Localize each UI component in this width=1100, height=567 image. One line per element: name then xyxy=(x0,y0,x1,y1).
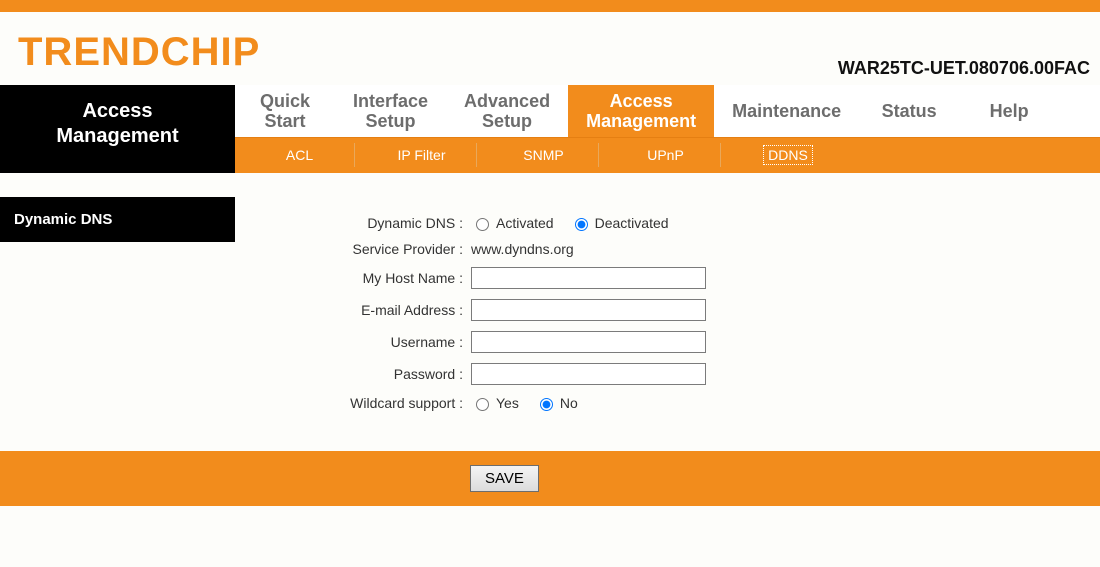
subtab-label: UPnP xyxy=(647,147,684,163)
subtab-label: DDNS xyxy=(763,145,813,165)
radio-deactivated-label: Deactivated xyxy=(595,215,669,231)
radio-deactivated[interactable] xyxy=(575,218,588,231)
radio-activated-wrap[interactable]: Activated xyxy=(471,215,554,231)
main-nav: Access Management Quick Start Interface … xyxy=(0,85,1100,173)
tab-label: Advanced xyxy=(464,92,550,112)
row-host-name: My Host Name : xyxy=(241,267,1094,289)
tab-label: Help xyxy=(977,102,1041,122)
nav-section-title-l2: Management xyxy=(10,124,225,149)
subtab-upnp[interactable]: UPnP xyxy=(611,143,721,167)
label-password: Password : xyxy=(241,366,471,382)
label-host-name: My Host Name : xyxy=(241,270,471,286)
nav-columns: Quick Start Interface Setup Advanced Set… xyxy=(235,85,1100,173)
label-dynamic-dns: Dynamic DNS : xyxy=(241,215,471,231)
radio-wildcard-yes-wrap[interactable]: Yes xyxy=(471,395,519,411)
tab-advanced-setup[interactable]: Advanced Setup xyxy=(446,85,568,137)
row-username: Username : xyxy=(241,331,1094,353)
save-bar: SAVE xyxy=(0,451,1100,506)
value-service-provider: www.dyndns.org xyxy=(471,241,574,257)
subtab-ip-filter[interactable]: IP Filter xyxy=(367,143,477,167)
radio-activated-label: Activated xyxy=(496,215,554,231)
radio-wildcard-no-wrap[interactable]: No xyxy=(535,395,578,411)
subtab-label: IP Filter xyxy=(398,147,446,163)
field-dynamic-dns: Activated Deactivated xyxy=(471,215,679,231)
side-column: Dynamic DNS xyxy=(0,197,235,242)
subtabs-row: ACL IP Filter SNMP UPnP DDNS xyxy=(235,137,1100,171)
tab-label: Interface xyxy=(353,92,428,112)
subtab-snmp[interactable]: SNMP xyxy=(489,143,599,167)
label-service-provider: Service Provider : xyxy=(241,241,471,257)
nav-section-title-l1: Access xyxy=(10,99,225,124)
row-dynamic-dns: Dynamic DNS : Activated Deactivated xyxy=(241,215,1094,231)
row-service-provider: Service Provider : www.dyndns.org xyxy=(241,241,1094,257)
tab-interface-setup[interactable]: Interface Setup xyxy=(335,85,446,137)
radio-wildcard-yes[interactable] xyxy=(476,398,489,411)
form-area: Dynamic DNS : Activated Deactivated Serv… xyxy=(235,197,1100,421)
radio-wildcard-no[interactable] xyxy=(540,398,553,411)
tab-label: Maintenance xyxy=(732,102,841,122)
field-wildcard: Yes No xyxy=(471,395,588,411)
save-button[interactable]: SAVE xyxy=(470,465,539,492)
input-email[interactable] xyxy=(471,299,706,321)
subtab-label: SNMP xyxy=(523,147,563,163)
nav-section-title: Access Management xyxy=(0,85,235,173)
subtab-acl[interactable]: ACL xyxy=(245,143,355,167)
side-title: Dynamic DNS xyxy=(0,197,235,242)
top-accent-bar xyxy=(0,0,1100,12)
tab-access-management[interactable]: Access Management xyxy=(568,85,714,137)
model-number: WAR25TC-UET.080706.00FAC xyxy=(838,58,1090,79)
input-username[interactable] xyxy=(471,331,706,353)
row-wildcard: Wildcard support : Yes No xyxy=(241,395,1094,411)
tabs-row: Quick Start Interface Setup Advanced Set… xyxy=(235,85,1100,137)
label-username: Username : xyxy=(241,334,471,350)
row-email: E-mail Address : xyxy=(241,299,1094,321)
tab-quick-start[interactable]: Quick Start xyxy=(235,85,335,137)
subtab-ddns[interactable]: DDNS xyxy=(733,143,843,167)
radio-wildcard-no-label: No xyxy=(560,395,578,411)
tab-status[interactable]: Status xyxy=(859,85,959,137)
subtab-label: ACL xyxy=(286,147,313,163)
input-password[interactable] xyxy=(471,363,706,385)
radio-wildcard-yes-label: Yes xyxy=(496,395,519,411)
tab-label: Status xyxy=(877,102,941,122)
radio-deactivated-wrap[interactable]: Deactivated xyxy=(570,215,669,231)
tab-maintenance[interactable]: Maintenance xyxy=(714,85,859,137)
input-host-name[interactable] xyxy=(471,267,706,289)
label-email: E-mail Address : xyxy=(241,302,471,318)
tab-label: Access xyxy=(586,92,696,112)
tab-label: Setup xyxy=(464,112,550,132)
label-wildcard: Wildcard support : xyxy=(241,395,471,411)
tab-label: Management xyxy=(586,112,696,132)
radio-activated[interactable] xyxy=(476,218,489,231)
tab-label: Setup xyxy=(353,112,428,132)
row-password: Password : xyxy=(241,363,1094,385)
tab-label: Quick xyxy=(253,92,317,112)
header: TRENDCHIP WAR25TC-UET.080706.00FAC xyxy=(0,12,1100,85)
content: Dynamic DNS Dynamic DNS : Activated Deac… xyxy=(0,197,1100,421)
tab-label: Start xyxy=(253,112,317,132)
tab-help[interactable]: Help xyxy=(959,85,1059,137)
